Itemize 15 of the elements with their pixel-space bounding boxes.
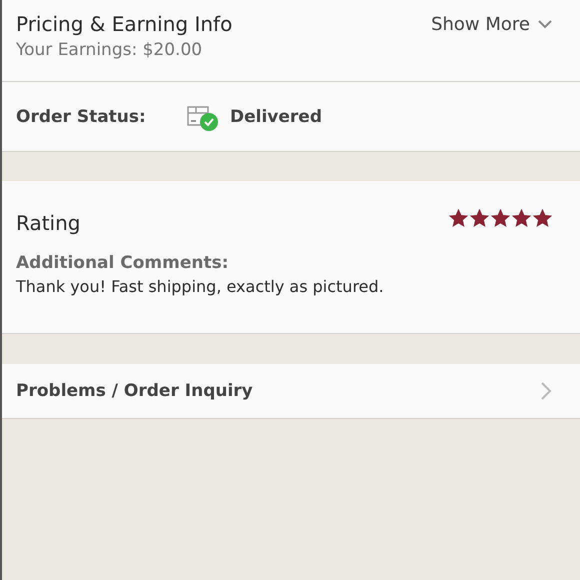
star-icon bbox=[470, 209, 489, 227]
star-icon bbox=[512, 209, 531, 227]
chevron-icon bbox=[538, 19, 552, 29]
rating-title: Rating bbox=[16, 211, 80, 235]
comment-text: Thank you! Fast shipping, exactly as pictured. bbox=[16, 277, 385, 296]
show-more-button[interactable]: Show More bbox=[431, 14, 552, 34]
order-status-value: Delivered bbox=[230, 106, 322, 126]
comments-label: Additional Comments: bbox=[16, 253, 229, 273]
earnings-text: Your Earnings: $20.00 bbox=[16, 40, 204, 60]
star-icon bbox=[449, 209, 468, 227]
section-title: Pricing & Earning Info bbox=[16, 12, 232, 36]
star-icon bbox=[533, 209, 552, 227]
order-status-label: Order Status: bbox=[16, 106, 147, 126]
star-icon bbox=[491, 209, 510, 227]
chevron-right-icon bbox=[540, 381, 552, 401]
